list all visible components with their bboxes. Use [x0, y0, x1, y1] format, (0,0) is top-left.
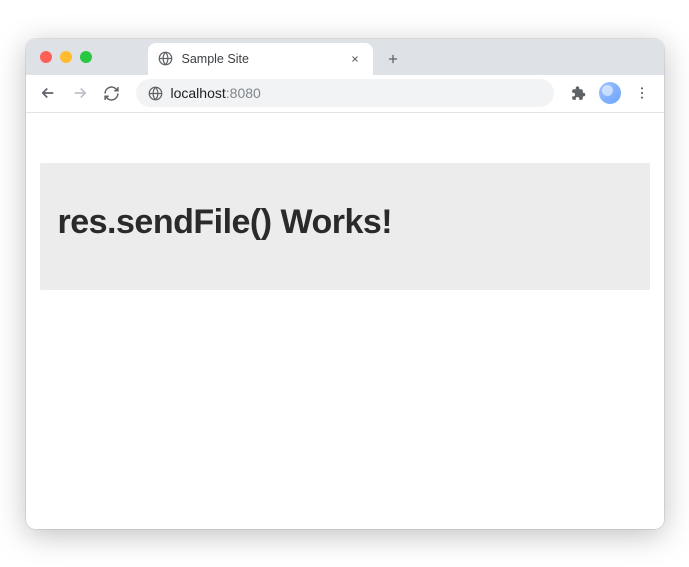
hero-banner: res.sendFile() Works!: [40, 163, 650, 290]
arrow-left-icon: [39, 84, 57, 102]
arrow-right-icon: [71, 84, 89, 102]
browser-window: Sample Site: [26, 39, 664, 529]
tab-strip: Sample Site: [26, 39, 664, 75]
browser-toolbar: localhost:8080: [26, 75, 664, 113]
page-viewport: res.sendFile() Works!: [26, 113, 664, 529]
reload-button[interactable]: [98, 79, 126, 107]
window-controls: [38, 51, 98, 63]
avatar-icon: [599, 82, 621, 104]
close-icon: [350, 54, 360, 64]
url-text: localhost:8080: [171, 85, 261, 101]
back-button[interactable]: [34, 79, 62, 107]
new-tab-button[interactable]: [379, 45, 407, 73]
address-bar[interactable]: localhost:8080: [136, 79, 554, 107]
tab-title: Sample Site: [182, 52, 339, 66]
window-minimize-button[interactable]: [60, 51, 72, 63]
globe-icon: [158, 51, 174, 67]
site-info-icon[interactable]: [148, 86, 163, 101]
menu-button[interactable]: [628, 79, 656, 107]
window-fullscreen-button[interactable]: [80, 51, 92, 63]
more-vertical-icon: [634, 85, 650, 101]
url-host: localhost: [171, 85, 226, 101]
profile-button[interactable]: [596, 79, 624, 107]
url-port: :8080: [226, 85, 261, 101]
globe-icon: [148, 86, 163, 101]
tab-close-button[interactable]: [347, 51, 363, 67]
plus-icon: [386, 52, 400, 66]
page-heading: res.sendFile() Works!: [58, 203, 632, 242]
window-close-button[interactable]: [40, 51, 52, 63]
browser-tab[interactable]: Sample Site: [148, 43, 373, 75]
forward-button[interactable]: [66, 79, 94, 107]
puzzle-icon: [569, 85, 586, 102]
extensions-button[interactable]: [564, 79, 592, 107]
reload-icon: [103, 85, 120, 102]
